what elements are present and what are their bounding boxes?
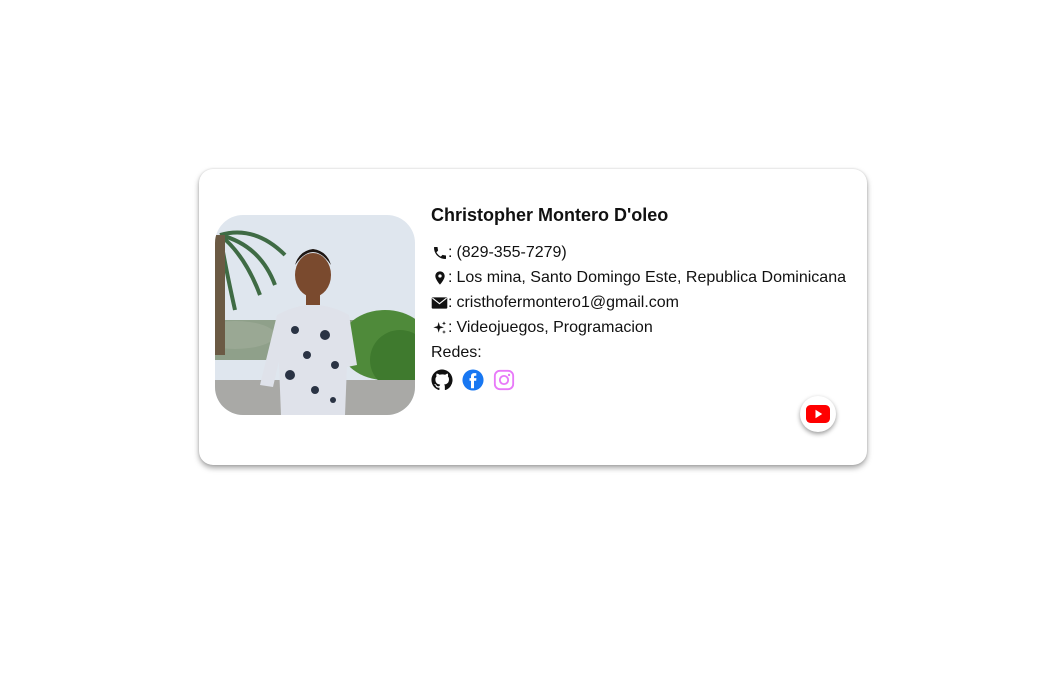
location-row: : Los mina, Santo Domingo Este, Republic… — [431, 265, 851, 290]
instagram-link[interactable] — [493, 369, 515, 391]
instagram-icon — [493, 369, 515, 391]
github-link[interactable] — [431, 369, 453, 391]
profile-card: Christopher Montero D'oleo : (829-355-72… — [199, 169, 867, 465]
social-links — [431, 369, 851, 391]
phone-row: : (829-355-7279) — [431, 240, 851, 265]
phone-icon — [431, 244, 448, 261]
facebook-link[interactable] — [462, 369, 484, 391]
github-icon — [431, 369, 453, 391]
profile-name: Christopher Montero D'oleo — [431, 205, 669, 225]
location-value: Los mina, Santo Domingo Este, Republica … — [456, 269, 846, 286]
interests-separator: : — [448, 319, 453, 336]
socials-label: Redes: — [431, 344, 482, 361]
youtube-button[interactable] — [800, 396, 836, 432]
email-separator: : — [448, 294, 453, 311]
phone-separator: : — [448, 244, 453, 261]
youtube-icon — [806, 405, 830, 423]
profile-info: Christopher Montero D'oleo : (829-355-72… — [431, 203, 851, 391]
interests-value: Videojuegos, Programacion — [456, 319, 653, 336]
facebook-icon — [462, 369, 484, 391]
email-row: : cristhofermontero1@gmail.com — [431, 290, 851, 315]
phone-value: (829-355-7279) — [456, 244, 567, 261]
envelope-icon — [431, 294, 448, 311]
interests-row: : Videojuegos, Programacion — [431, 315, 851, 340]
location-separator: : — [448, 269, 453, 286]
map-pin-icon — [431, 269, 448, 286]
sparkles-icon — [431, 319, 448, 336]
email-value: cristhofermontero1@gmail.com — [456, 294, 679, 311]
profile-photo — [215, 215, 415, 415]
